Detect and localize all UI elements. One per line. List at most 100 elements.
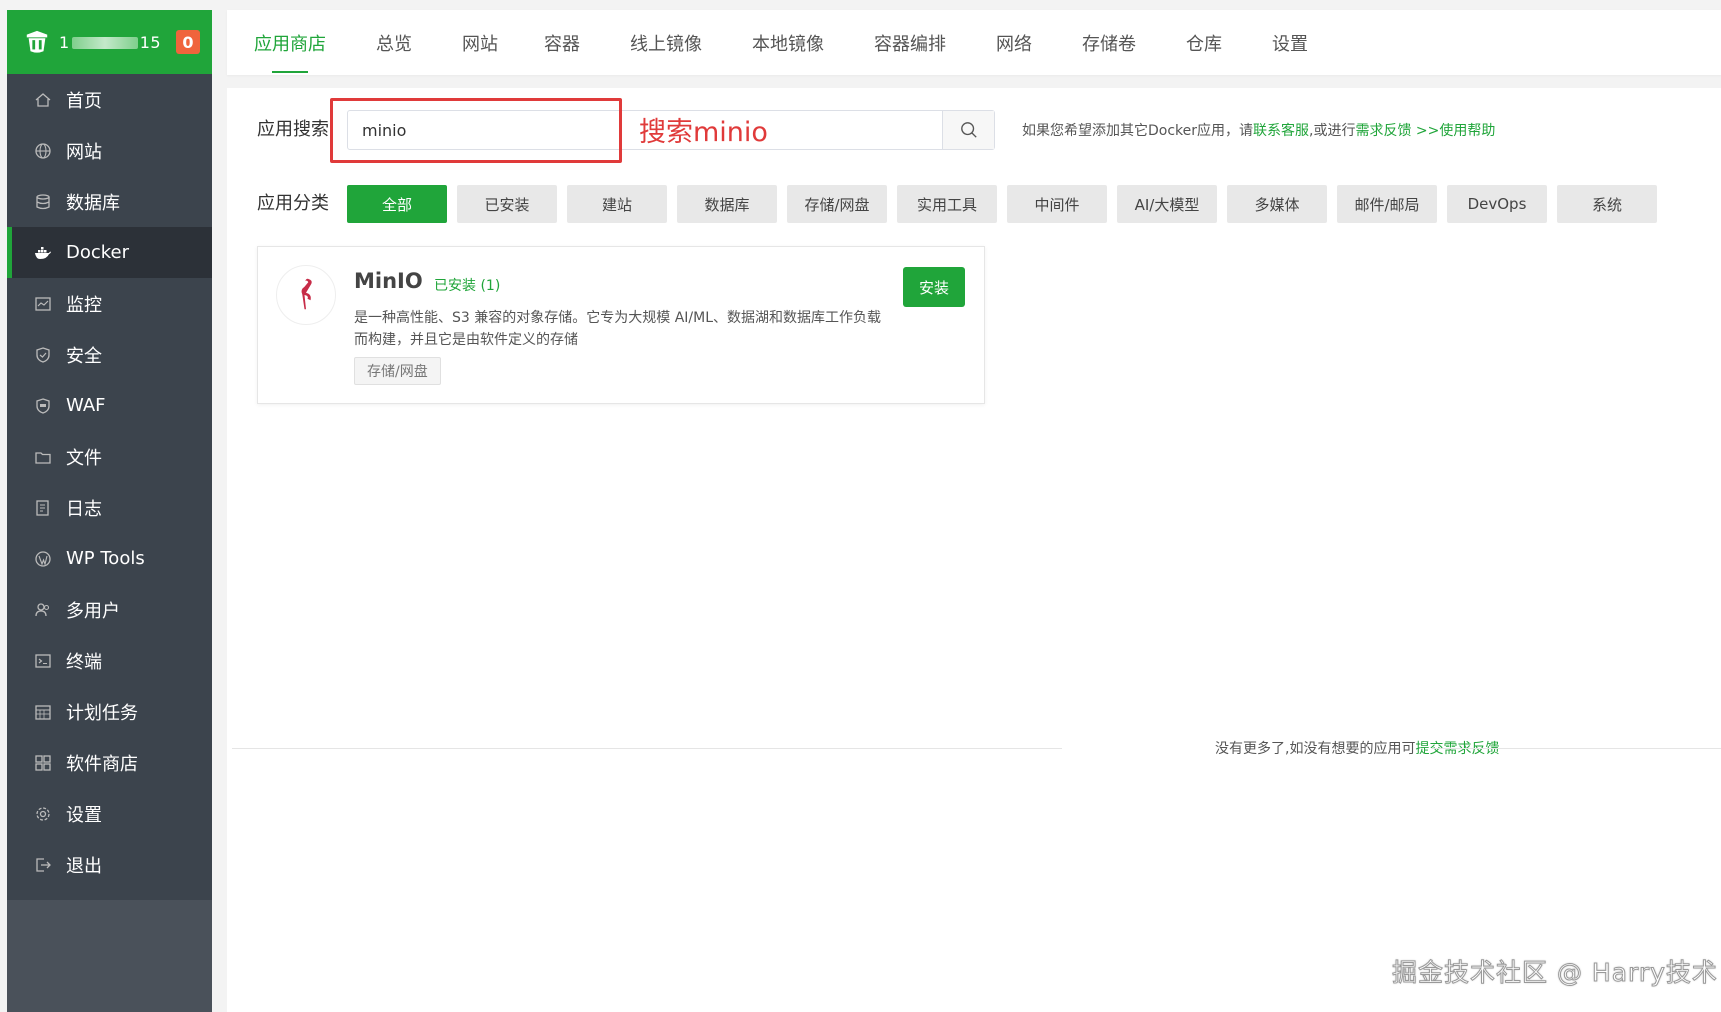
tab-6[interactable]: 容器编排 [874,10,946,75]
category-0[interactable]: 全部 [347,185,447,223]
home-icon [34,91,52,109]
tab-7[interactable]: 网络 [996,10,1032,75]
tab-10[interactable]: 设置 [1272,10,1308,75]
sidebar-item-label: 首页 [66,90,102,112]
sidebar-item-label: 设置 [66,804,102,826]
category-2[interactable]: 建站 [567,185,667,223]
sidebar-item-15[interactable]: 退出 [7,839,212,890]
wordpress-icon [34,550,52,568]
sidebar-item-5[interactable]: 安全 [7,329,212,380]
sidebar-item-13[interactable]: 软件商店 [7,737,212,788]
log-icon [34,499,52,517]
sidebar-item-label: 监控 [66,294,102,316]
category-filters: 全部 已安装 建站 数据库 存储/网盘 实用工具 中间件 AI/大模型 多媒体 邮件/邮局 DevO… [347,185,1667,223]
sidebar-item-label: 多用户 [66,600,120,622]
search-icon [960,122,977,138]
tab-8[interactable]: 存储卷 [1082,10,1136,75]
sidebar-item-label: WAF [66,395,106,416]
watermark: 掘金技术社区 @ Harry技术 [1392,958,1718,988]
server-header[interactable]: 1 15 0 [7,10,212,74]
category-4[interactable]: 存储/网盘 [787,185,887,223]
tab-1[interactable]: 总览 [376,10,412,75]
sidebar-item-12[interactable]: 计划任务 [7,686,212,737]
globe-icon [34,142,52,160]
apps-icon [34,754,52,772]
tab-5[interactable]: 本地镜像 [752,10,824,75]
logout-icon [34,856,52,874]
sidebar-item-3[interactable]: Docker [7,227,212,278]
calendar-icon [34,703,52,721]
category-9[interactable]: 邮件/邮局 [1337,185,1437,223]
sidebar-item-label: WP Tools [66,548,145,569]
sidebar-item-label: 计划任务 [66,702,138,724]
sidebar-item-label: 安全 [66,345,102,367]
sidebar-item-label: 终端 [66,651,102,673]
sidebar-item-7[interactable]: 文件 [7,431,212,482]
sidebar-item-label: 软件商店 [66,753,138,775]
waf-shield-icon [34,397,52,415]
search-button[interactable] [942,111,994,149]
main-panel: 应用搜索 搜索minio 如果您希望添加其它Docker应用，请联系客服,或进行… [227,88,1721,1012]
sidebar-item-label: 数据库 [66,192,120,214]
server-suffix: 15 [139,32,162,52]
sidebar-item-6[interactable]: WAF [7,380,212,431]
sidebar-item-8[interactable]: 日志 [7,482,212,533]
category-1[interactable]: 已安装 [457,185,557,223]
category-10[interactable]: DevOps [1447,185,1547,223]
category-7[interactable]: AI/大模型 [1117,185,1217,223]
gear-icon [34,805,52,823]
app-card: MinIO 已安装 (1) 是一种高性能、S3 兼容的对象存储。它专为大规模 A… [257,246,985,404]
sidebar-item-11[interactable]: 终端 [7,635,212,686]
sidebar: 1 15 0 首页网站数据库 Docker 监控安全 WAF 文件日志 WP Tools 多用… [7,10,212,1012]
contact-support-link[interactable]: 联系客服 [1253,123,1309,139]
feedback-link[interactable]: 需求反馈 [1355,123,1411,139]
tab-0[interactable]: 应用商店 [254,10,326,75]
help-link[interactable]: 使用帮助 [1439,123,1495,139]
sidebar-item-9[interactable]: WP Tools [7,533,212,584]
terminal-icon [34,652,52,670]
sidebar-item-14[interactable]: 设置 [7,788,212,839]
notification-badge[interactable]: 0 [176,30,200,54]
sidebar-item-10[interactable]: 多用户 [7,584,212,635]
database-icon [34,193,52,211]
search-box [347,110,995,150]
sidebar-item-1[interactable]: 网站 [7,125,212,176]
sidebar-menu: 首页网站数据库 Docker 监控安全 WAF 文件日志 WP Tools 多用户终端计划任… [7,74,212,900]
tab-3[interactable]: 容器 [544,10,580,75]
search-input[interactable] [348,111,942,149]
sidebar-item-label: 日志 [66,498,102,520]
app-description: 是一种高性能、S3 兼容的对象存储。它专为大规模 AI/ML、数据湖和数据库工作… [354,310,881,348]
installed-count[interactable]: 已安装 (1) [434,275,500,295]
category-5[interactable]: 实用工具 [897,185,997,223]
sidebar-item-label: 退出 [66,855,102,877]
docker-icon [34,244,52,262]
category-11[interactable]: 系统 [1557,185,1657,223]
server-prefix: 1 [59,32,70,52]
minio-logo-icon [276,265,336,325]
sidebar-item-label: 网站 [66,141,102,163]
sidebar-item-label: Docker [66,242,130,263]
tab-4[interactable]: 线上镜像 [630,10,702,75]
category-6[interactable]: 中间件 [1007,185,1107,223]
category-3[interactable]: 数据库 [677,185,777,223]
sidebar-item-0[interactable]: 首页 [7,74,212,125]
search-label: 应用搜索 [257,119,329,140]
submit-feedback-link[interactable]: 提交需求反馈 [1415,741,1499,757]
app-tag: 存储/网盘 [354,357,441,385]
panel-logo-icon [23,28,51,56]
tab-2[interactable]: 网站 [462,10,498,75]
sidebar-item-4[interactable]: 监控 [7,278,212,329]
app-name: MinIO [354,269,423,293]
category-label: 应用分类 [257,193,329,214]
shield-icon [34,346,52,364]
sidebar-item-label: 文件 [66,447,102,469]
install-button[interactable]: 安装 [903,267,965,307]
folder-icon [34,448,52,466]
sidebar-item-2[interactable]: 数据库 [7,176,212,227]
footer-divider-left [232,748,1062,749]
server-name: 1 15 [59,33,176,52]
users-icon [34,601,52,619]
tab-9[interactable]: 仓库 [1186,10,1222,75]
category-8[interactable]: 多媒体 [1227,185,1327,223]
help-text: 如果您希望添加其它Docker应用，请联系客服,或进行需求反馈 >>使用帮助 [1022,123,1496,139]
